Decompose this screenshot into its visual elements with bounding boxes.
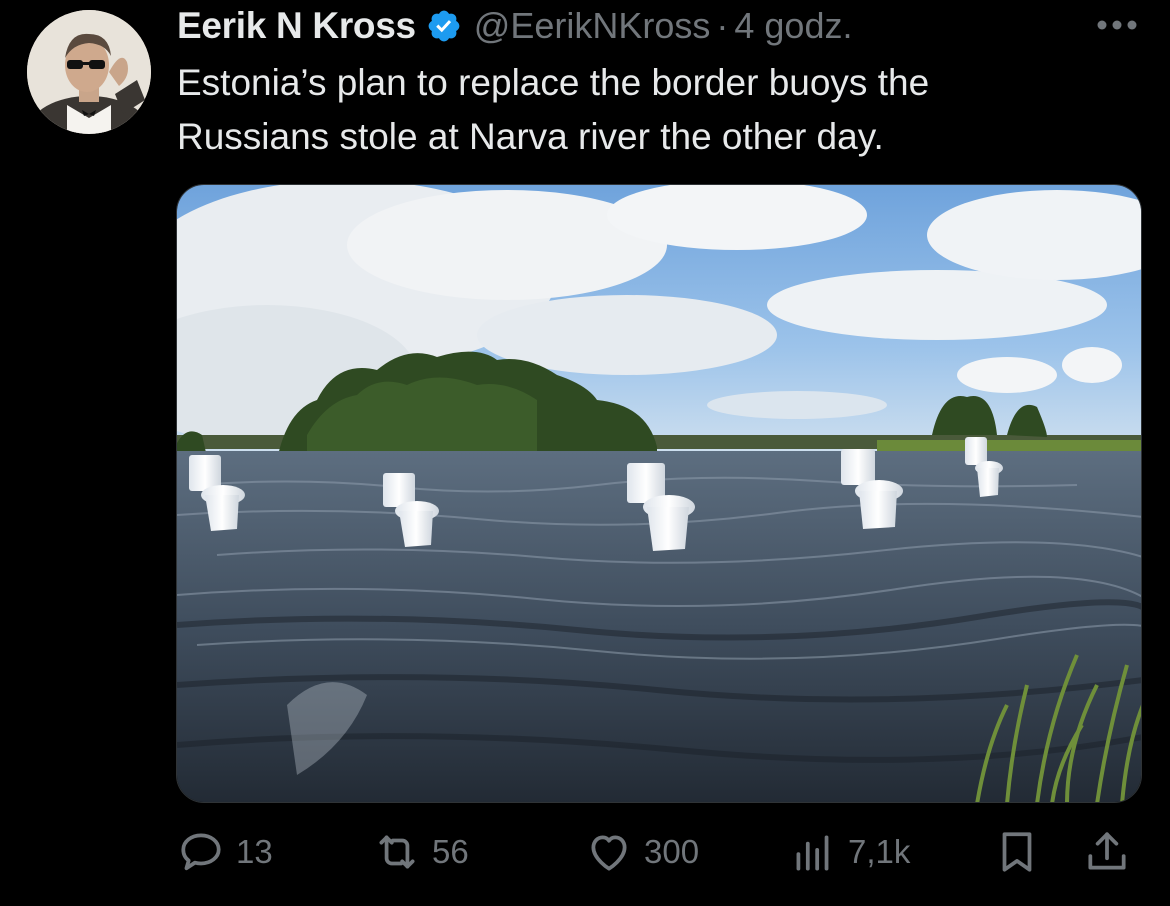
- views-icon: [788, 827, 838, 877]
- river-photo: [177, 185, 1141, 802]
- author-handle[interactable]: @EerikNKross: [474, 5, 711, 47]
- like-icon: [584, 827, 634, 877]
- repost-count: 56: [432, 833, 469, 870]
- repost-button[interactable]: 56: [372, 822, 469, 882]
- author-name[interactable]: Eerik N Kross: [177, 5, 416, 47]
- tweet-text-line-2: Russians stole at Narva river the other …: [177, 116, 884, 157]
- avatar-image: [27, 10, 151, 134]
- tweet-text: Estonia’s plan to replace the border buo…: [177, 56, 1137, 164]
- tweet-text-line-1: Estonia’s plan to replace the border buo…: [177, 62, 930, 103]
- tweet-header: Eerik N Kross @EerikNKross · 4 godz.: [177, 4, 852, 48]
- verified-badge-icon: [428, 10, 460, 42]
- share-button[interactable]: [1082, 822, 1132, 882]
- reply-button[interactable]: 13: [176, 822, 273, 882]
- timestamp[interactable]: 4 godz.: [734, 5, 852, 47]
- views-button[interactable]: 7,1k: [788, 822, 910, 882]
- separator-dot: ·: [716, 5, 729, 46]
- repost-icon: [372, 827, 422, 877]
- like-count: 300: [644, 833, 700, 870]
- tweet-media-image[interactable]: [176, 184, 1142, 803]
- like-button[interactable]: 300: [584, 822, 699, 882]
- share-icon: [1082, 827, 1132, 877]
- bookmark-icon: [992, 827, 1042, 877]
- reply-count: 13: [236, 833, 273, 870]
- action-bar: 13 56 300 7,1k: [176, 822, 1142, 882]
- avatar[interactable]: [27, 10, 151, 134]
- more-icon[interactable]: [1094, 10, 1140, 40]
- bookmark-button[interactable]: [992, 822, 1042, 882]
- tweet[interactable]: Eerik N Kross @EerikNKross · 4 godz. Est…: [0, 0, 1170, 906]
- reply-icon: [176, 827, 226, 877]
- views-count: 7,1k: [848, 833, 911, 870]
